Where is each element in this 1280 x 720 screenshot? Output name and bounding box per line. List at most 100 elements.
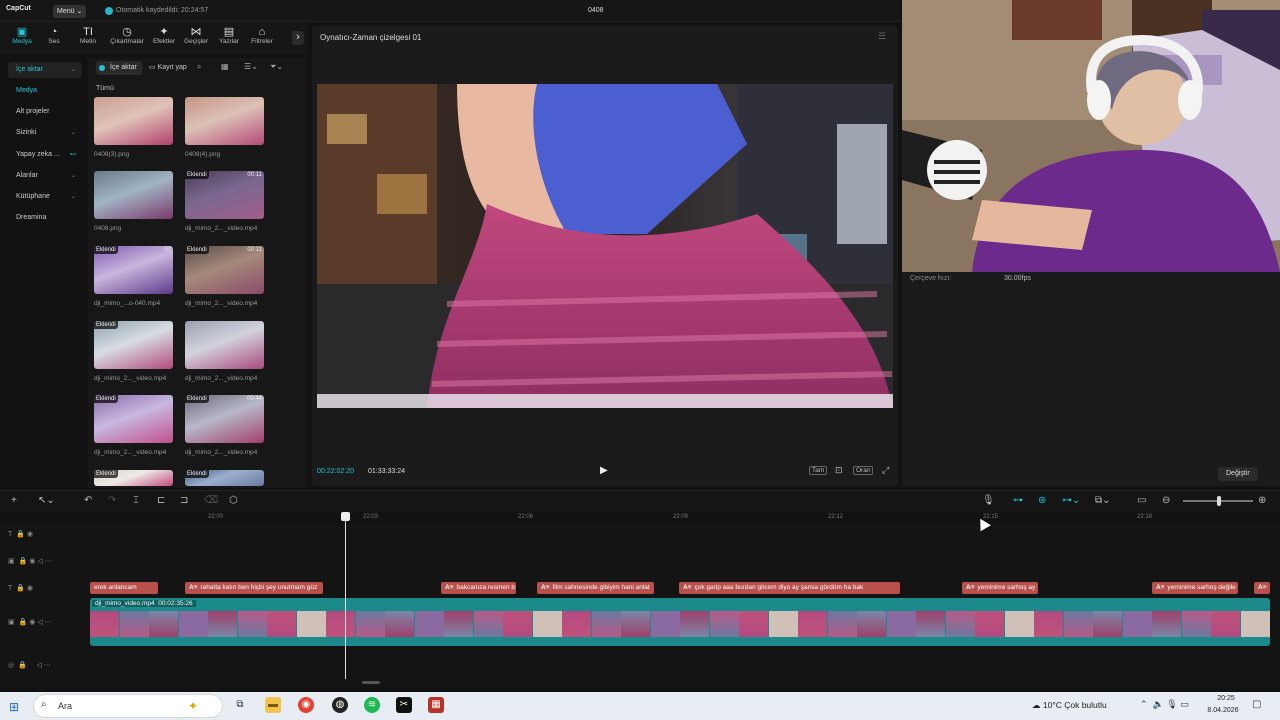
- select-tool-icon[interactable]: ↖⌄: [38, 495, 55, 506]
- tabs-scroll-right-button[interactable]: ›: [292, 31, 304, 45]
- video-preview[interactable]: [317, 84, 893, 408]
- capcut-taskbar-icon[interactable]: ✂: [396, 697, 412, 713]
- tab-audio[interactable]: ◔ Ses: [38, 26, 70, 52]
- caption-clip[interactable]: A≡ film sahnesinde gibiyim hani anlat: [537, 582, 654, 594]
- microphone-icon[interactable]: 🎙: [982, 495, 995, 506]
- media-thumbnail[interactable]: [94, 171, 173, 219]
- tab-text[interactable]: TI Metin: [72, 26, 104, 52]
- tab-captions[interactable]: ▤ Yazılar: [213, 26, 245, 52]
- tab-filters[interactable]: ⌂ Filtreler: [246, 26, 278, 52]
- undo-icon[interactable]: ↶: [84, 495, 92, 506]
- media-thumbnail[interactable]: Eklendi: [185, 470, 264, 486]
- lock-icon[interactable]: 🔒: [16, 585, 25, 592]
- speaker-icon[interactable]: ◁: [37, 558, 42, 565]
- volume-icon[interactable]: 🔈: [1153, 699, 1164, 709]
- eye-icon[interactable]: ◉: [27, 585, 33, 592]
- network-icon[interactable]: ▭: [1180, 699, 1189, 709]
- caption-clip[interactable]: A≡ bakcanıza resmen b: [441, 582, 516, 594]
- search-highlight-icon[interactable]: ✦: [185, 698, 201, 714]
- media-thumbnail[interactable]: [185, 321, 264, 369]
- zoom-in-icon[interactable]: ⊕: [1258, 495, 1266, 506]
- magnet-icon[interactable]: ⊛: [1038, 495, 1046, 506]
- zoom-out-icon[interactable]: ⊖: [1162, 495, 1170, 506]
- preview-axis-icon[interactable]: ⧉⌄: [1095, 495, 1111, 506]
- link-icon[interactable]: ⊶: [1013, 495, 1023, 506]
- media-thumbnail[interactable]: Eklendi: [94, 321, 173, 369]
- weather-widget[interactable]: ☁ 10°C Çok bulutlu: [1032, 700, 1107, 711]
- speaker-icon[interactable]: ◁: [36, 662, 41, 669]
- spotify-icon[interactable]: ≋: [364, 697, 380, 713]
- add-icon[interactable]: +: [11, 495, 17, 506]
- task-view-icon[interactable]: ⧉: [232, 697, 248, 713]
- ratio-button[interactable]: Oran: [853, 466, 874, 475]
- media-thumbnail[interactable]: Eklendi 00:11: [185, 171, 264, 219]
- media-thumbnail[interactable]: Eklendi 07: [94, 246, 173, 294]
- tab-transitions[interactable]: ⋈ Geçişler: [180, 26, 212, 52]
- sidebar-item-ai[interactable]: Yapay zeka ... ⊷: [8, 147, 82, 163]
- full-quality-button[interactable]: Tam: [809, 466, 828, 475]
- zoom-slider-handle[interactable]: [1217, 496, 1221, 506]
- caption-clip[interactable]: erek anlatıcam: [90, 582, 158, 594]
- microphone-icon[interactable]: 🎙: [1166, 699, 1177, 709]
- media-thumbnail[interactable]: Eklendi: [94, 395, 173, 443]
- sidebar-item-subprojects[interactable]: Alt projeler: [8, 104, 82, 120]
- clock-time[interactable]: 20:25: [1211, 695, 1241, 702]
- media-thumbnail[interactable]: Eklendi: [94, 470, 173, 486]
- caption-toggle-icon[interactable]: ▭: [1137, 495, 1146, 506]
- crop-icon[interactable]: ⊡: [835, 465, 843, 476]
- tab-media[interactable]: ▣ Medya: [6, 26, 38, 52]
- sidebar-item-dreamina[interactable]: Dreamina: [8, 210, 82, 226]
- lock-icon[interactable]: 🔒: [18, 662, 27, 669]
- change-button[interactable]: Değiştir: [1218, 467, 1258, 481]
- more-icon[interactable]: ⋯: [44, 662, 51, 669]
- speaker-icon[interactable]: ◁: [37, 619, 42, 626]
- tab-stickers[interactable]: ◷ Çıkartmalar: [109, 26, 145, 52]
- playhead-handle[interactable]: [341, 512, 350, 521]
- sidebar-item-library[interactable]: Kütüphane ⌄: [8, 189, 82, 205]
- more-icon[interactable]: ⋯: [45, 558, 52, 565]
- snap-icon[interactable]: ⊶⌄: [1062, 495, 1080, 506]
- chevron-up-icon[interactable]: ⌃: [1140, 699, 1148, 709]
- media-thumbnail[interactable]: Eklendi 00:44: [185, 395, 264, 443]
- lock-icon[interactable]: 🔒: [19, 619, 28, 626]
- menu-icon[interactable]: ☰: [878, 31, 886, 42]
- filter-icon[interactable]: ⏷⌄: [270, 62, 283, 72]
- tab-effects[interactable]: ✦ Efektler: [148, 26, 180, 52]
- redo-icon[interactable]: ↷: [108, 495, 116, 506]
- caption-clip[interactable]: A≡: [1254, 582, 1270, 594]
- marker-icon[interactable]: ⬡: [229, 495, 238, 506]
- caption-clip[interactable]: A≡ yeminime sarhoş değile: [1152, 582, 1238, 594]
- notification-icon[interactable]: ▢: [1252, 699, 1261, 710]
- playhead[interactable]: [345, 513, 346, 679]
- sidebar-item-import[interactable]: İçe aktar ⌄: [8, 62, 82, 78]
- delete-icon[interactable]: ⌫: [204, 495, 218, 506]
- sidebar-item-media[interactable]: Medya: [8, 83, 82, 99]
- archive-app-icon[interactable]: ▦: [428, 697, 444, 713]
- media-thumbnail[interactable]: [94, 97, 173, 145]
- windows-start-icon[interactable]: ⊞: [9, 700, 19, 714]
- trim-left-icon[interactable]: ⊏: [157, 495, 165, 506]
- eye-icon[interactable]: ◉: [27, 531, 33, 538]
- timeline-scrollbar[interactable]: [362, 681, 380, 684]
- split-icon[interactable]: ⌶: [133, 495, 139, 506]
- eye-icon[interactable]: ◉: [29, 619, 35, 626]
- trim-right-icon[interactable]: ⊐: [180, 495, 188, 506]
- caption-clip[interactable]: A≡ çok garip aaa burdan gitcem diyo ay şa…: [679, 582, 900, 594]
- obs-icon[interactable]: ◍: [332, 697, 348, 713]
- lock-icon[interactable]: 🔒: [19, 558, 28, 565]
- eye-icon[interactable]: ◉: [29, 558, 35, 565]
- system-tray[interactable]: ⌃ 🔈 🎙 ▭: [1140, 699, 1189, 710]
- sidebar-item-yours[interactable]: Sizinki ⌄: [8, 125, 82, 141]
- more-icon[interactable]: ⋯: [45, 619, 52, 626]
- media-thumbnail[interactable]: [185, 97, 264, 145]
- menu-button[interactable]: Menü ⌄: [53, 5, 87, 18]
- play-button[interactable]: ▶: [600, 465, 608, 476]
- sidebar-item-spaces[interactable]: Alanlar ⌄: [8, 168, 82, 184]
- chrome-icon[interactable]: ◉: [298, 697, 314, 713]
- media-thumbnail[interactable]: Eklendi 00:11: [185, 246, 264, 294]
- file-explorer-icon[interactable]: ▬: [265, 697, 281, 713]
- record-button[interactable]: ▭ Kayıt yap: [149, 61, 187, 75]
- caption-clip[interactable]: A≡ yeminime sarhoş ay: [962, 582, 1038, 594]
- caption-clip[interactable]: A≡ rahatta kalın ben hiçbi şey unutmam gü…: [185, 582, 323, 594]
- clock-date[interactable]: 8.04.2026: [1203, 707, 1243, 714]
